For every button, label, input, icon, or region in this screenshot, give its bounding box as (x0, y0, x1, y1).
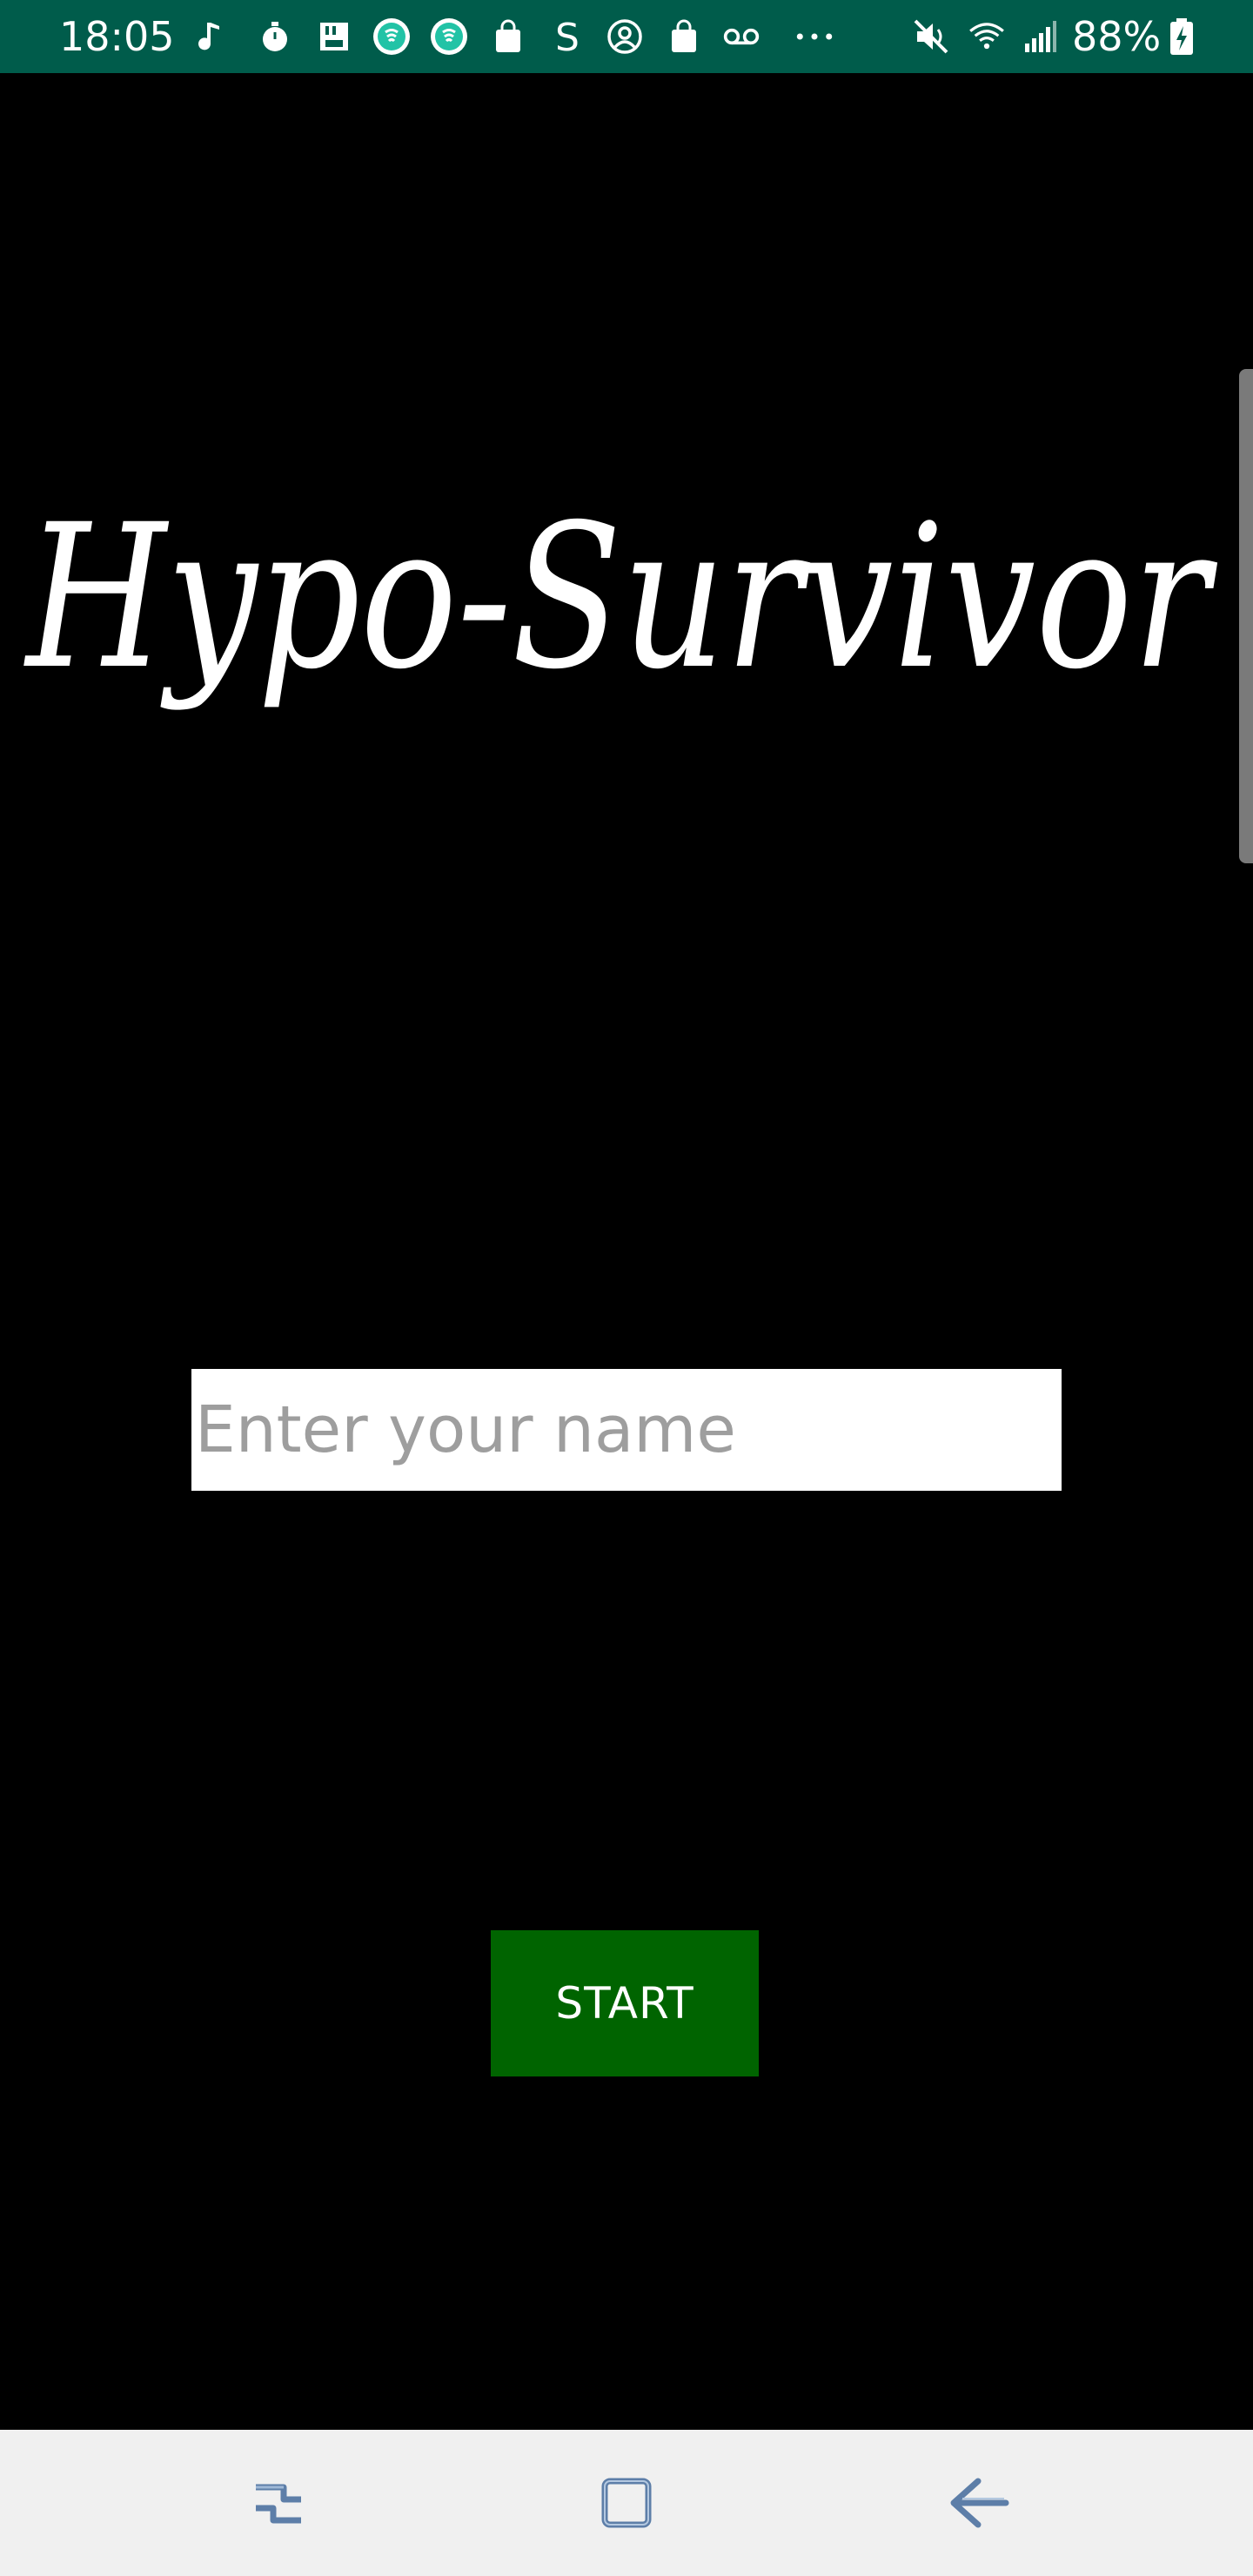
back-icon[interactable] (935, 2459, 1022, 2546)
recent-apps-icon[interactable] (235, 2459, 322, 2546)
app-circle-icon (430, 17, 468, 56)
sd-card-icon (315, 17, 353, 56)
account-icon (606, 17, 644, 56)
battery-percent: 88% (1072, 13, 1162, 60)
name-input[interactable] (191, 1369, 1062, 1491)
voicemail-icon (722, 17, 761, 56)
start-button[interactable]: START (491, 1930, 759, 2076)
app-title-text: Hypo-Survivor (23, 481, 1218, 713)
shopping-bag-icon (665, 17, 703, 56)
navigation-bar (0, 2430, 1253, 2576)
scroll-indicator[interactable] (1239, 369, 1253, 863)
more-dots-icon (795, 17, 834, 56)
battery-charging-icon (1163, 17, 1201, 56)
shopping-bag-icon (489, 17, 527, 56)
home-icon[interactable] (583, 2459, 670, 2546)
wifi-icon (968, 17, 1006, 56)
app-title: Hypo-Survivor (23, 461, 1236, 748)
s-letter-icon: S (548, 17, 586, 56)
mute-icon (912, 17, 950, 56)
music-note-icon (195, 17, 233, 56)
timer-icon (256, 17, 294, 56)
app-screen: 18:05 S 88% Hypo-Survivor Enter your nam… (0, 0, 1253, 2576)
status-time: 18:05 (59, 13, 175, 60)
app-circle-icon (372, 17, 411, 56)
status-bar: 18:05 S 88% (0, 0, 1253, 73)
svg-text:S: S (555, 17, 580, 56)
signal-icon (1022, 17, 1060, 56)
